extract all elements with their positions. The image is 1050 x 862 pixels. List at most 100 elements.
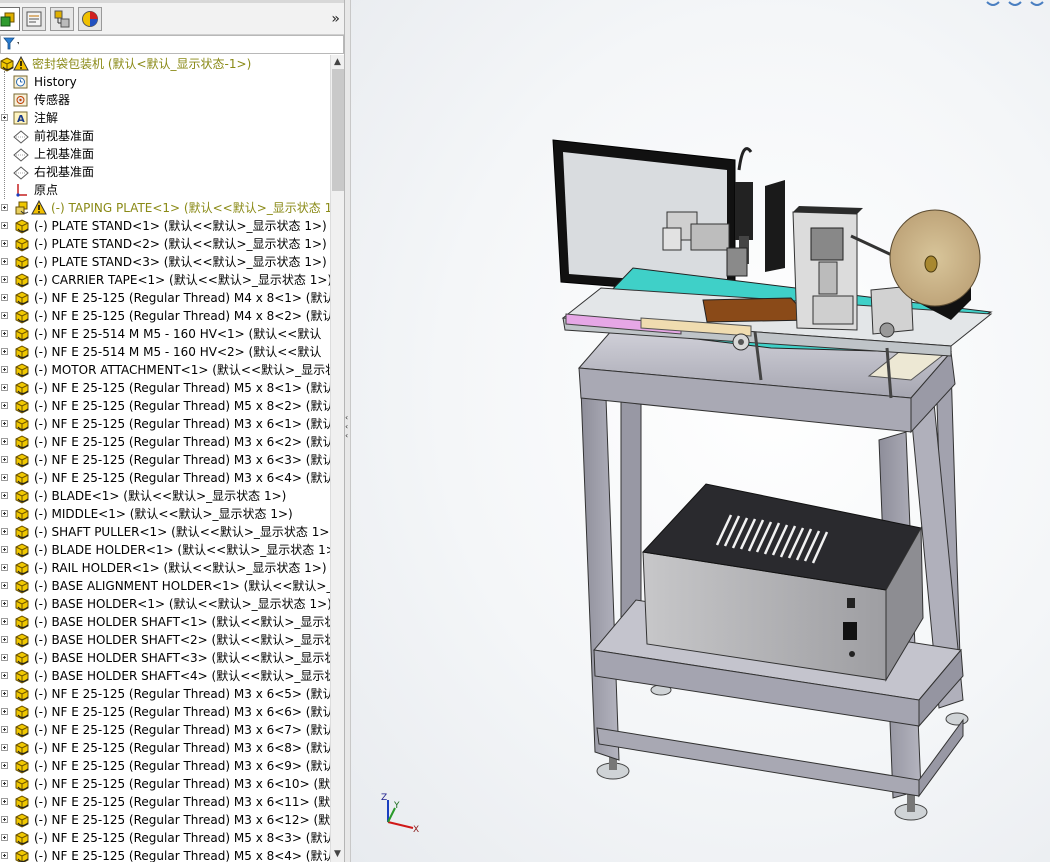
warning-icon[interactable] <box>13 56 29 71</box>
tree-item[interactable]: (-) NF E 25-125 (Regular Thread) M4 x 8<… <box>0 289 330 307</box>
tree-item[interactable]: (-) NF E 25-125 (Regular Thread) M5 x 8<… <box>0 847 330 862</box>
tree-item[interactable]: (-) CARRIER TAPE<1> (默认<<默认>_显示状态 1>) <box>0 271 330 289</box>
tree-item[interactable]: (-) PLATE STAND<3> (默认<<默认>_显示状态 1>) <box>0 253 330 271</box>
expand-toggle-icon[interactable] <box>1 456 8 463</box>
expand-toggle-icon[interactable] <box>1 492 8 499</box>
scroll-thumb[interactable] <box>332 69 344 191</box>
expand-toggle-icon[interactable] <box>1 222 8 229</box>
display-manager-tab[interactable] <box>78 7 102 31</box>
tree-item[interactable]: 传感器 <box>0 91 330 109</box>
expand-toggle-icon[interactable] <box>1 564 8 571</box>
tree-item[interactable]: (-) PLATE STAND<2> (默认<<默认>_显示状态 1>) <box>0 235 330 253</box>
tree-item[interactable]: (-) NF E 25-125 (Regular Thread) M3 x 6<… <box>0 775 330 793</box>
expand-toggle-icon[interactable] <box>1 402 8 409</box>
tree-item[interactable]: (-) NF E 25-125 (Regular Thread) M3 x 6<… <box>0 721 330 739</box>
tree-item[interactable]: (-) BASE ALIGNMENT HOLDER<1> (默认<<默认>_显 <box>0 577 330 595</box>
tree-item[interactable]: (-) NF E 25-125 (Regular Thread) M3 x 6<… <box>0 793 330 811</box>
expand-toggle-icon[interactable] <box>1 582 8 589</box>
tree-item[interactable]: (-) BASE HOLDER<1> (默认<<默认>_显示状态 1>) <box>0 595 330 613</box>
expand-toggle-icon[interactable] <box>1 798 8 805</box>
scroll-down-icon[interactable]: ▼ <box>334 849 341 859</box>
filter-icon[interactable] <box>3 37 19 51</box>
tree-item[interactable]: (-) MIDDLE<1> (默认<<默认>_显示状态 1>) <box>0 505 330 523</box>
expand-toggle-icon[interactable] <box>1 294 8 301</box>
tree-item[interactable]: (-) NF E 25-125 (Regular Thread) M5 x 8<… <box>0 397 330 415</box>
tree-item[interactable]: (-) MOTOR ATTACHMENT<1> (默认<<默认>_显示状 <box>0 361 330 379</box>
expand-toggle-icon[interactable] <box>1 546 8 553</box>
expand-toggle-icon[interactable] <box>1 636 8 643</box>
expand-toggle-icon[interactable] <box>1 384 8 391</box>
expand-toggle-icon[interactable] <box>1 672 8 679</box>
tree-item[interactable]: (-) SHAFT PULLER<1> (默认<<默认>_显示状态 1>) <box>0 523 330 541</box>
tree-item[interactable]: (-) NF E 25-514 M M5 - 160 HV<1> (默认<<默认 <box>0 325 330 343</box>
expand-toggle-icon[interactable] <box>1 258 8 265</box>
tree-item[interactable]: 前视基准面 <box>0 127 330 145</box>
view-toolbar-icons[interactable] <box>986 1 1044 6</box>
tree-item[interactable]: 右视基准面 <box>0 163 330 181</box>
expand-toggle-icon[interactable] <box>1 312 8 319</box>
tree-item[interactable]: A 注解 <box>0 109 330 127</box>
expand-toggle-icon[interactable] <box>1 744 8 751</box>
expand-toggle-icon[interactable] <box>1 276 8 283</box>
tree-item[interactable]: (-) TAPING PLATE<1> (默认<<默认>_显示状态 1> <box>0 199 330 217</box>
tree-item[interactable]: (-) RAIL HOLDER<1> (默认<<默认>_显示状态 1>) <box>0 559 330 577</box>
expand-toggle-icon[interactable] <box>1 438 8 445</box>
expand-toggle-icon[interactable] <box>1 816 8 823</box>
tree-item[interactable]: (-) BLADE<1> (默认<<默认>_显示状态 1>) <box>0 487 330 505</box>
tree-item[interactable]: (-) PLATE STAND<1> (默认<<默认>_显示状态 1>) <box>0 217 330 235</box>
expand-toggle-icon[interactable] <box>1 528 8 535</box>
tree-item[interactable]: (-) NF E 25-125 (Regular Thread) M3 x 6<… <box>0 739 330 757</box>
expand-toggle-icon[interactable] <box>1 366 8 373</box>
tree-item[interactable]: 上视基准面 <box>0 145 330 163</box>
expand-toggle-icon[interactable] <box>1 420 8 427</box>
tree-item[interactable]: (-) BLADE HOLDER<1> (默认<<默认>_显示状态 1>) <box>0 541 330 559</box>
tree-item[interactable]: (-) NF E 25-125 (Regular Thread) M3 x 6<… <box>0 433 330 451</box>
property-manager-tab[interactable] <box>22 7 46 31</box>
expand-toggle-icon[interactable] <box>1 708 8 715</box>
expand-toggle-icon[interactable] <box>1 114 8 121</box>
part-icon <box>15 813 29 828</box>
expand-toggle-icon[interactable] <box>1 204 8 211</box>
expand-toggle-icon[interactable] <box>1 240 8 247</box>
expand-toggle-icon[interactable] <box>1 726 8 733</box>
tree-filter-bar[interactable] <box>0 35 344 54</box>
tree-item[interactable]: (-) NF E 25-125 (Regular Thread) M3 x 6<… <box>0 811 330 829</box>
expand-toggle-icon[interactable] <box>1 474 8 481</box>
tree-root-assembly[interactable]: 密封袋包装机 (默认<默认_显示状态-1>) <box>0 55 330 73</box>
tree-item[interactable]: (-) BASE HOLDER SHAFT<1> (默认<<默认>_显示状态 <box>0 613 330 631</box>
expand-toggle-icon[interactable] <box>1 780 8 787</box>
expand-toggle-icon[interactable] <box>1 690 8 697</box>
expand-toggle-icon[interactable] <box>1 834 8 841</box>
tree-item[interactable]: (-) NF E 25-125 (Regular Thread) M5 x 8<… <box>0 379 330 397</box>
tree-item[interactable]: (-) NF E 25-125 (Regular Thread) M3 x 6<… <box>0 703 330 721</box>
expand-panel-icon[interactable]: » <box>331 11 340 27</box>
tree-item[interactable]: (-) NF E 25-125 (Regular Thread) M3 x 6<… <box>0 415 330 433</box>
tree-item[interactable]: (-) NF E 25-125 (Regular Thread) M3 x 6<… <box>0 469 330 487</box>
expand-toggle-icon[interactable] <box>1 510 8 517</box>
expand-toggle-icon[interactable] <box>1 852 8 859</box>
feature-manager-tab[interactable] <box>0 7 20 31</box>
tree-item[interactable]: (-) NF E 25-125 (Regular Thread) M5 x 8<… <box>0 829 330 847</box>
expand-toggle-icon[interactable] <box>1 600 8 607</box>
expand-toggle-icon[interactable] <box>1 762 8 769</box>
tree-item[interactable]: (-) BASE HOLDER SHAFT<2> (默认<<默认>_显示状态 <box>0 631 330 649</box>
scroll-up-icon[interactable]: ▲ <box>334 57 341 67</box>
tree-item[interactable]: (-) NF E 25-125 (Regular Thread) M3 x 6<… <box>0 685 330 703</box>
expand-toggle-icon[interactable] <box>1 348 8 355</box>
expand-toggle-icon[interactable] <box>1 330 8 337</box>
tree-item[interactable]: (-) NF E 25-125 (Regular Thread) M3 x 6<… <box>0 757 330 775</box>
tree-item[interactable]: (-) NF E 25-125 (Regular Thread) M3 x 6<… <box>0 451 330 469</box>
tree-item[interactable]: History <box>0 73 330 91</box>
expand-toggle-icon[interactable] <box>1 654 8 661</box>
warning-icon[interactable] <box>31 200 47 215</box>
tree-item[interactable]: 原点 <box>0 181 330 199</box>
tree-scrollbar[interactable]: ▲ ▼ <box>330 55 344 862</box>
tree-item[interactable]: (-) NF E 25-514 M M5 - 160 HV<2> (默认<<默认 <box>0 343 330 361</box>
configuration-manager-tab[interactable] <box>50 7 74 31</box>
tree-item[interactable]: (-) BASE HOLDER SHAFT<4> (默认<<默认>_显示状态 <box>0 667 330 685</box>
panel-splitter[interactable]: ‹ ‹ ‹ <box>344 0 351 862</box>
expand-toggle-icon[interactable] <box>1 618 8 625</box>
tree-item[interactable]: (-) NF E 25-125 (Regular Thread) M4 x 8<… <box>0 307 330 325</box>
tree-item[interactable]: (-) BASE HOLDER SHAFT<3> (默认<<默认>_显示状态 <box>0 649 330 667</box>
graphics-viewport[interactable]: Z Y X <box>351 0 1050 862</box>
